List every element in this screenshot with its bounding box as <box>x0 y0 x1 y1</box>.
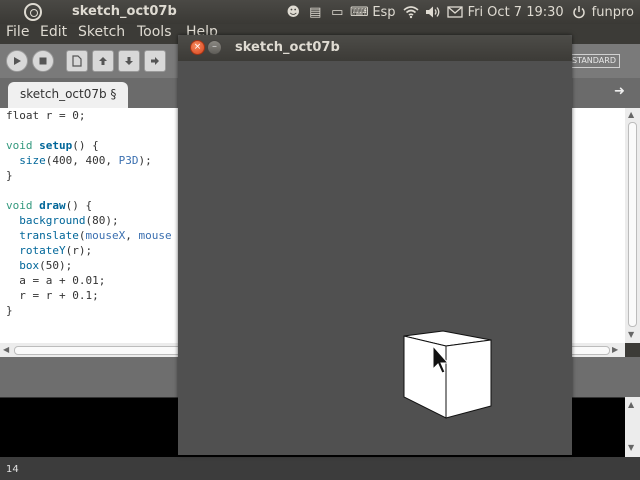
mail-icon[interactable] <box>446 4 464 20</box>
sketch-canvas[interactable] <box>178 61 572 455</box>
code-line: background(80); <box>19 214 119 227</box>
active-app-title: sketch_oct07b <box>72 4 177 19</box>
sketch-window: × – sketch_oct07b <box>178 35 572 455</box>
tab-menu-arrow-icon[interactable]: ➜ <box>614 84 632 100</box>
power-icon[interactable] <box>570 4 588 20</box>
export-button[interactable] <box>144 50 166 72</box>
line-number: 14 <box>6 464 19 475</box>
menu-sketch[interactable]: Sketch <box>78 24 125 40</box>
scroll-right-icon[interactable]: ▶ <box>612 345 618 354</box>
vertical-scroll-thumb[interactable] <box>628 122 637 327</box>
stop-button[interactable] <box>32 50 54 72</box>
system-tray: ☻ ▤ ▭ ⌨ Esp Fri Oct 7 19:30 funpro <box>284 0 640 24</box>
code-line: float r = 0; <box>6 109 86 122</box>
desktop: sketch_oct07b ☻ ▤ ▭ ⌨ Esp Fri Oct 7 19:3… <box>0 0 640 480</box>
scroll-up-icon[interactable]: ▲ <box>628 110 634 119</box>
top-panel: sketch_oct07b ☻ ▤ ▭ ⌨ Esp Fri Oct 7 19:3… <box>0 0 640 24</box>
keyboard-icon[interactable]: ⌨ <box>350 4 369 20</box>
code-line: translate(mouseX, mouse <box>19 229 172 242</box>
code-line: size(400, 400, P3D); <box>19 154 152 167</box>
rotating-box <box>403 330 492 419</box>
save-button[interactable] <box>118 50 140 72</box>
code-line: } <box>6 304 13 317</box>
editor-vertical-scrollbar[interactable]: ▲ ▼ <box>625 108 640 343</box>
code-line: a = a + 0.01; <box>19 274 106 287</box>
code-line: rotateY(r); <box>19 244 93 257</box>
box-right-face <box>445 339 492 419</box>
display-icon[interactable]: ▭ <box>328 4 346 20</box>
volume-icon[interactable] <box>424 4 442 20</box>
console-scroll-up-icon[interactable]: ▲ <box>628 400 634 409</box>
close-icon[interactable]: × <box>190 40 205 55</box>
code-line: } <box>6 169 13 182</box>
minimize-icon[interactable]: – <box>207 40 222 55</box>
code-line: void draw() { <box>6 199 93 212</box>
code-line: void setup() { <box>6 139 99 152</box>
ubuntu-logo-icon[interactable] <box>24 3 42 21</box>
wifi-icon[interactable] <box>402 4 420 20</box>
sketch-window-title: sketch_oct07b <box>235 40 340 55</box>
console-scroll-down-icon[interactable]: ▼ <box>628 443 634 452</box>
new-button[interactable] <box>66 50 88 72</box>
menu-file[interactable]: File <box>6 24 29 40</box>
menu-edit[interactable]: Edit <box>40 24 67 40</box>
mode-selector[interactable]: STANDARD <box>568 54 620 68</box>
console-scrollbar[interactable]: ▲ ▼ <box>625 397 640 457</box>
code-line: box(50); <box>19 259 73 272</box>
scroll-left-icon[interactable]: ◀ <box>3 345 9 354</box>
sketch-window-titlebar[interactable]: × – sketch_oct07b <box>178 35 572 61</box>
user-avatar-icon[interactable]: ☻ <box>284 4 302 20</box>
menu-tools[interactable]: Tools <box>137 24 172 40</box>
status-bar: 14 <box>0 457 640 480</box>
tab-sketch[interactable]: sketch_oct07b § <box>8 82 128 108</box>
user-name[interactable]: funpro <box>592 5 634 20</box>
clipboard-icon[interactable]: ▤ <box>306 4 324 20</box>
code-line: r = r + 0.1; <box>19 289 99 302</box>
run-button[interactable] <box>6 50 28 72</box>
open-button[interactable] <box>92 50 114 72</box>
scroll-down-icon[interactable]: ▼ <box>628 330 634 339</box>
keyboard-layout[interactable]: Esp <box>372 5 395 20</box>
box-left-face <box>403 335 447 419</box>
clock[interactable]: Fri Oct 7 19:30 <box>468 5 564 20</box>
